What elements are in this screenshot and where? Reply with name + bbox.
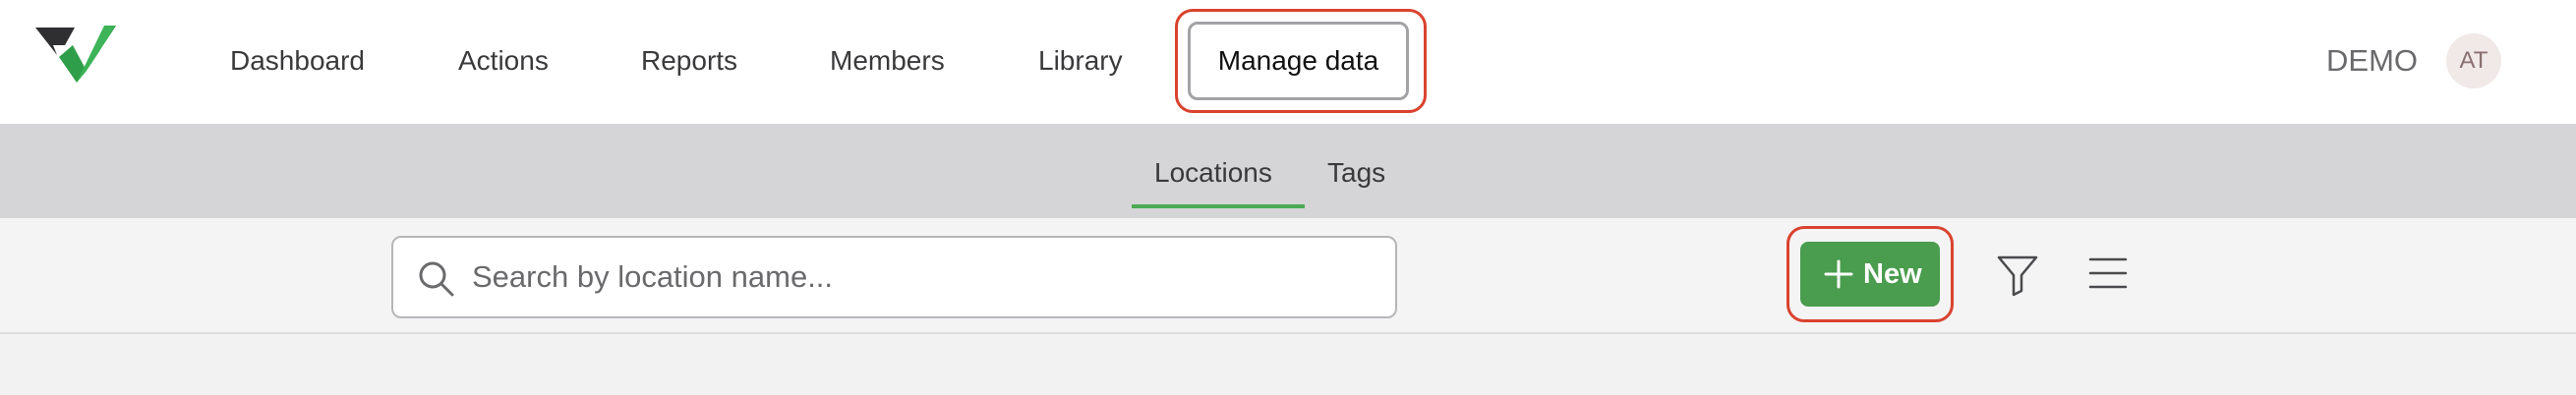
menu-icon[interactable]: [2088, 254, 2128, 293]
nav-members[interactable]: Members: [830, 39, 945, 83]
search-box[interactable]: [391, 236, 1397, 318]
nav-dashboard[interactable]: Dashboard: [230, 39, 365, 83]
filter-icon[interactable]: [1996, 254, 2039, 297]
nav-manage-data-label: Manage data: [1217, 45, 1379, 76]
nav-manage-data[interactable]: Manage data: [1188, 22, 1409, 100]
logo-icon[interactable]: [35, 24, 118, 98]
workspace-name[interactable]: DEMO: [2326, 39, 2418, 83]
active-tab-indicator: [1132, 204, 1305, 208]
tab-locations[interactable]: Locations: [1154, 153, 1272, 193]
search-input[interactable]: [472, 242, 1357, 312]
sub-navigation-bar: Locations Tags: [0, 124, 2576, 218]
toolbar: New: [0, 218, 2576, 334]
avatar[interactable]: AT: [2446, 33, 2501, 88]
new-button[interactable]: New: [1800, 242, 1940, 307]
new-button-label: New: [1863, 258, 1922, 290]
top-navigation-bar: Dashboard Actions Reports Members Librar…: [0, 0, 2576, 124]
tab-tags[interactable]: Tags: [1327, 153, 1385, 193]
plus-icon: [1824, 259, 1853, 289]
content-area: [0, 336, 2576, 395]
nav-library[interactable]: Library: [1038, 39, 1123, 83]
search-icon: [419, 261, 454, 297]
nav-actions[interactable]: Actions: [458, 39, 549, 83]
nav-reports[interactable]: Reports: [641, 39, 737, 83]
